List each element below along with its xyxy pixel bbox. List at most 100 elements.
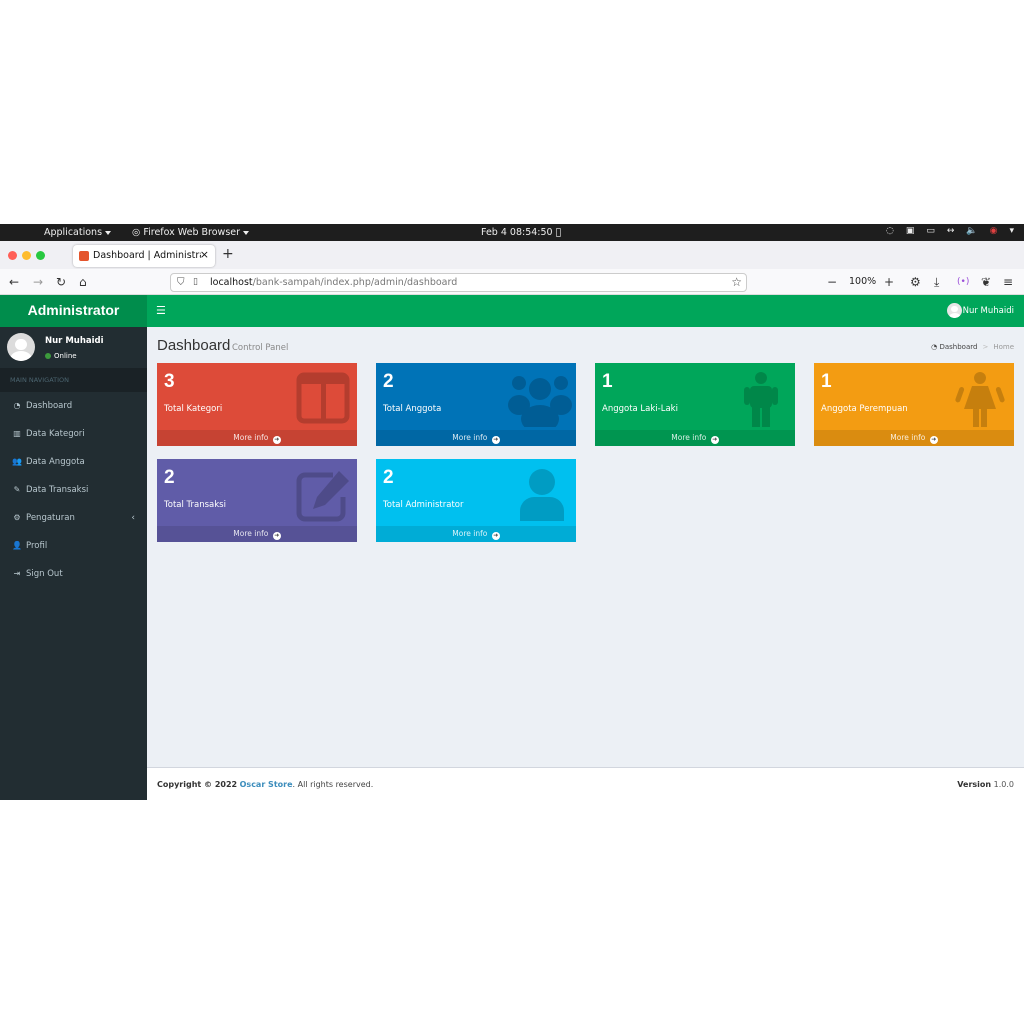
app-menu-icon[interactable]: ≡ bbox=[1003, 275, 1013, 289]
sidebar-item-pengaturan[interactable]: ⚙ Pengaturan ‹ bbox=[0, 504, 147, 532]
window-maximize-button[interactable] bbox=[36, 251, 45, 260]
top-navbar: ☰ Nur Muhaidi bbox=[147, 295, 1024, 327]
home-icon[interactable]: ⌂ bbox=[79, 275, 87, 289]
arrow-circle-right-icon: ➜ bbox=[272, 436, 281, 444]
stat-label: Anggota Perempuan bbox=[821, 404, 908, 414]
reload-icon[interactable]: ↻ bbox=[56, 275, 66, 289]
sidebar-item-label: Profil bbox=[26, 541, 48, 551]
more-info-link[interactable]: More info ➜ bbox=[376, 430, 576, 446]
users-icon: 👥 bbox=[12, 457, 22, 466]
more-info-link[interactable]: More info ➜ bbox=[157, 430, 357, 446]
version-number: 1.0.0 bbox=[993, 780, 1014, 789]
user-status-text: Online bbox=[54, 352, 77, 360]
more-info-label: More info bbox=[233, 529, 269, 538]
page-subtitle: Control Panel bbox=[232, 343, 289, 353]
sidebar-item-label: Data Kategori bbox=[26, 429, 85, 439]
stat-box-anggota-perempuan: 1 Anggota Perempuan More info ➜ bbox=[814, 363, 1014, 446]
admin-app: Administrator ☰ Nur Muhaidi Nur Muhaidi … bbox=[0, 295, 1024, 800]
sidebar-item-data-transaksi[interactable]: ✎ Data Transaksi bbox=[0, 476, 147, 504]
volume-icon[interactable]: 🔈 bbox=[966, 226, 977, 236]
stat-value: 1 bbox=[821, 371, 832, 392]
version-label: Version bbox=[957, 780, 992, 789]
rights-text: . All rights reserved. bbox=[292, 780, 374, 789]
user-panel-name: Nur Muhaidi bbox=[45, 336, 104, 346]
user-icon bbox=[520, 469, 564, 521]
tab-title: Dashboard | Administrator bbox=[93, 250, 201, 261]
browser-tab-strip: Dashboard | Administrator × + bbox=[0, 241, 1024, 269]
system-menu-icon[interactable]: ▾ bbox=[1009, 226, 1014, 236]
top-user-name[interactable]: Nur Muhaidi bbox=[963, 306, 1014, 316]
dashboard-icon: ◔ bbox=[13, 401, 21, 410]
breadcrumb-dashboard-link[interactable]: ◔ Dashboard bbox=[931, 343, 977, 351]
zoom-level[interactable]: 100% bbox=[849, 276, 876, 287]
company-link[interactable]: Oscar Store bbox=[240, 780, 293, 789]
sidebar-item-label: Data Anggota bbox=[26, 457, 85, 467]
version: Version 1.0.0 bbox=[957, 780, 1014, 789]
breadcrumb-current: Home bbox=[993, 343, 1014, 351]
zoom-out-icon[interactable]: − bbox=[827, 275, 837, 289]
system-tray: ◌ ▣ ▭ ↔ 🔈 ◉ ▾ bbox=[886, 226, 1014, 236]
copyright: Copyright © 2022 Oscar Store. All rights… bbox=[157, 780, 373, 789]
close-tab-icon[interactable]: × bbox=[200, 248, 209, 261]
page-footer: Copyright © 2022 Oscar Store. All rights… bbox=[147, 767, 1024, 800]
stat-value: 1 bbox=[602, 371, 613, 392]
stat-box-total-administrator: 2 Total Administrator More info ➜ bbox=[376, 459, 576, 542]
sidebar-toggle-icon[interactable]: ☰ bbox=[156, 304, 166, 317]
sidebar-item-dashboard[interactable]: ◔ Dashboard bbox=[0, 392, 147, 420]
sidebar-item-label: Dashboard bbox=[26, 401, 73, 411]
window-icon[interactable]: ▭ bbox=[926, 226, 935, 236]
page-info-icon[interactable]: ▯ bbox=[193, 277, 198, 287]
columns-icon: ▥ bbox=[13, 429, 21, 438]
stat-box-anggota-laki-laki: 1 Anggota Laki-Laki More info ➜ bbox=[595, 363, 795, 446]
user-status: Online bbox=[45, 352, 77, 360]
user-panel: Nur Muhaidi Online bbox=[0, 327, 147, 368]
app-logo[interactable]: Administrator bbox=[0, 295, 147, 327]
forward-icon[interactable]: → bbox=[33, 275, 43, 289]
downloads-icon[interactable]: ⤓ bbox=[934, 275, 939, 290]
dashboard-icon: ◔ bbox=[931, 343, 938, 351]
more-info-link[interactable]: More info ➜ bbox=[595, 430, 795, 446]
url-host: localhost bbox=[210, 277, 253, 288]
zoom-in-icon[interactable]: + bbox=[884, 275, 894, 289]
more-info-link[interactable]: More info ➜ bbox=[814, 430, 1014, 446]
online-dot-icon bbox=[45, 353, 51, 359]
more-info-label: More info bbox=[233, 433, 269, 442]
stat-label: Total Transaksi bbox=[164, 500, 226, 510]
sidebar-item-sign-out[interactable]: ⇥ Sign Out bbox=[0, 560, 147, 588]
back-icon[interactable]: ← bbox=[9, 275, 19, 289]
top-user-avatar[interactable] bbox=[947, 303, 962, 318]
stat-box-total-anggota: 2 Total Anggota More info ➜ bbox=[376, 363, 576, 446]
profile-extension-icon[interactable]: ❦ bbox=[981, 275, 991, 289]
new-tab-button[interactable]: + bbox=[222, 246, 234, 262]
browser-app-menu[interactable]: ◎ Firefox Web Browser bbox=[132, 227, 250, 238]
more-info-label: More info bbox=[452, 433, 488, 442]
settings-gear-icon[interactable]: ⚙ bbox=[910, 275, 921, 289]
sidebar-item-data-anggota[interactable]: 👥 Data Anggota bbox=[0, 448, 147, 476]
stat-label: Total Kategori bbox=[164, 404, 223, 414]
users-icon bbox=[508, 376, 572, 427]
browser-tab-dashboard[interactable]: Dashboard | Administrator × bbox=[73, 245, 215, 267]
breadcrumb-separator: > bbox=[982, 343, 989, 351]
more-info-link[interactable]: More info ➜ bbox=[157, 526, 357, 542]
more-info-link[interactable]: More info ➜ bbox=[376, 526, 576, 542]
edit-icon: ✎ bbox=[13, 485, 21, 494]
sign-out-icon: ⇥ bbox=[13, 569, 21, 578]
url-bar[interactable]: ⛉ ▯ localhost/bank-sampah/index.php/admi… bbox=[170, 273, 747, 292]
stat-value: 3 bbox=[164, 371, 175, 392]
bookmark-star-icon[interactable]: ☆ bbox=[731, 275, 742, 289]
network-icon[interactable]: ↔ bbox=[947, 226, 955, 236]
whatsapp-icon[interactable]: ◌ bbox=[886, 226, 894, 236]
applications-menu[interactable]: Applications bbox=[44, 227, 112, 238]
tracking-shield-icon[interactable]: ⛉ bbox=[177, 277, 185, 288]
window-minimize-button[interactable] bbox=[22, 251, 31, 260]
sidebar-item-data-kategori[interactable]: ▥ Data Kategori bbox=[0, 420, 147, 448]
arrow-circle-right-icon: ➜ bbox=[929, 436, 938, 444]
clock[interactable]: Feb 4 08:54:50 ⃠ bbox=[481, 227, 561, 238]
page-title: Dashboard bbox=[157, 337, 231, 354]
columns-icon bbox=[296, 372, 350, 424]
image-viewer-icon[interactable]: ▣ bbox=[906, 226, 915, 236]
screen-record-icon[interactable]: ◉ bbox=[990, 226, 998, 236]
window-close-button[interactable] bbox=[8, 251, 17, 260]
extension-icon[interactable]: (•) bbox=[957, 277, 969, 287]
sidebar-item-profil[interactable]: 👤 Profil bbox=[0, 532, 147, 560]
